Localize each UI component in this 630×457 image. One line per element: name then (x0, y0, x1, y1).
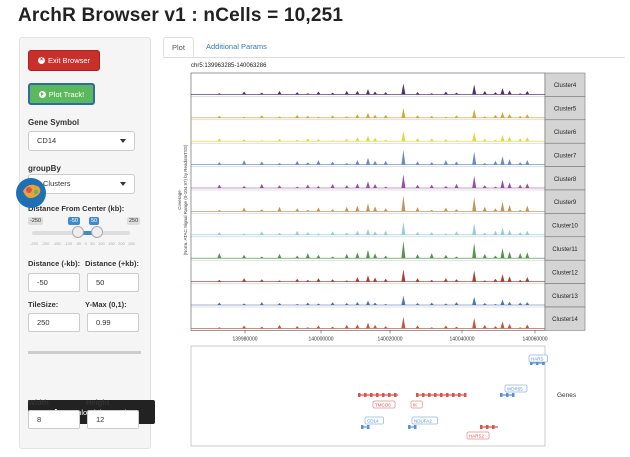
gene-model-hars2-exon (486, 425, 489, 429)
gene-tag: CD14 (367, 418, 379, 423)
x-axis-tick-label: 140040000 (449, 336, 474, 342)
gene-model-wdr55-exon (512, 393, 515, 397)
genes-track-label: Genes (557, 392, 577, 399)
gene-tag: IK (413, 402, 417, 407)
gene-track-frame (190, 345, 546, 447)
gene-model-tmco6-exon (394, 393, 397, 397)
cluster-label: Cluster13 (552, 294, 578, 300)
tracks-frame (190, 72, 546, 331)
gene-model-tmco6-exon (388, 393, 391, 397)
gene-model-ik-exon (428, 393, 431, 397)
cluster-label: Cluster6 (554, 130, 577, 136)
gene-model-ik-exon (464, 393, 467, 397)
gene-tag: TMCO6 (375, 402, 391, 407)
coverage-track (191, 130, 545, 142)
gene-model-ik-exon (422, 393, 425, 397)
cluster-label: Cluster5 (554, 107, 577, 113)
gene-model-hars2-exon (492, 425, 495, 429)
gene-tag: HARS2 (469, 433, 485, 438)
y-axis-sublabel: (Norm. ATAC Signal Range (0-104.97) by R… (183, 144, 188, 255)
gene-model-tmco6-exon (364, 393, 367, 397)
cluster-label: Cluster8 (554, 177, 577, 183)
coverage-track (191, 241, 545, 259)
gene-tag: HARS (531, 356, 544, 361)
cluster-label: Cluster12 (552, 270, 578, 276)
coverage-track (191, 149, 545, 165)
gene-model-tmco6-exon (358, 393, 361, 397)
gene-model-tmco6-exon (370, 393, 373, 397)
gene-model-hars2-exon (480, 425, 483, 429)
gene-model-cd14-exon (361, 425, 364, 429)
coverage-track (191, 83, 545, 95)
cluster-label: Cluster4 (554, 83, 577, 89)
coverage-track (191, 316, 545, 329)
x-axis-tick-label: 139980000 (232, 336, 257, 342)
gene-tag: WDR55 (507, 386, 523, 391)
y-axis-label: Coverage (177, 190, 182, 210)
cluster-label: Cluster14 (552, 317, 578, 323)
gene-model-ndufa2-exon (408, 425, 411, 429)
gene-model-ik-exon (416, 393, 419, 397)
gene-model-ik-exon (434, 393, 437, 397)
coverage-track (191, 195, 545, 212)
cluster-label: Cluster7 (554, 153, 577, 159)
gene-tag: NDUFA2 (414, 418, 432, 423)
cluster-label: Cluster10 (552, 224, 578, 230)
coverage-track (191, 269, 545, 282)
gene-model-ik-exon (452, 393, 455, 397)
gene-model-tmco6-exon (382, 393, 385, 397)
coverage-track (191, 221, 545, 235)
x-axis-tick-label: 140020000 (377, 336, 402, 342)
gene-model-wdr55-exon (500, 393, 503, 397)
gene-model-tmco6-exon (376, 393, 379, 397)
coverage-track (191, 174, 545, 188)
cluster-label: Cluster9 (554, 200, 577, 206)
gene-model-ndufa2-exon (414, 425, 417, 429)
x-axis-tick-label: 140060000 (522, 336, 547, 342)
coverage-track (191, 108, 545, 118)
gene-model-cd14-exon (367, 425, 370, 429)
gene-model-ik-exon (440, 393, 443, 397)
gene-model-ik-exon (446, 393, 449, 397)
gene-model-wdr55-exon (506, 393, 509, 397)
coverage-track (191, 295, 545, 305)
track-plot: Coverage (Norm. ATAC Signal Range (0-104.… (177, 72, 586, 447)
x-axis-tick-label: 140000000 (308, 336, 333, 342)
gene-model-ik-exon (458, 393, 461, 397)
cluster-label: Cluster11 (552, 247, 578, 253)
